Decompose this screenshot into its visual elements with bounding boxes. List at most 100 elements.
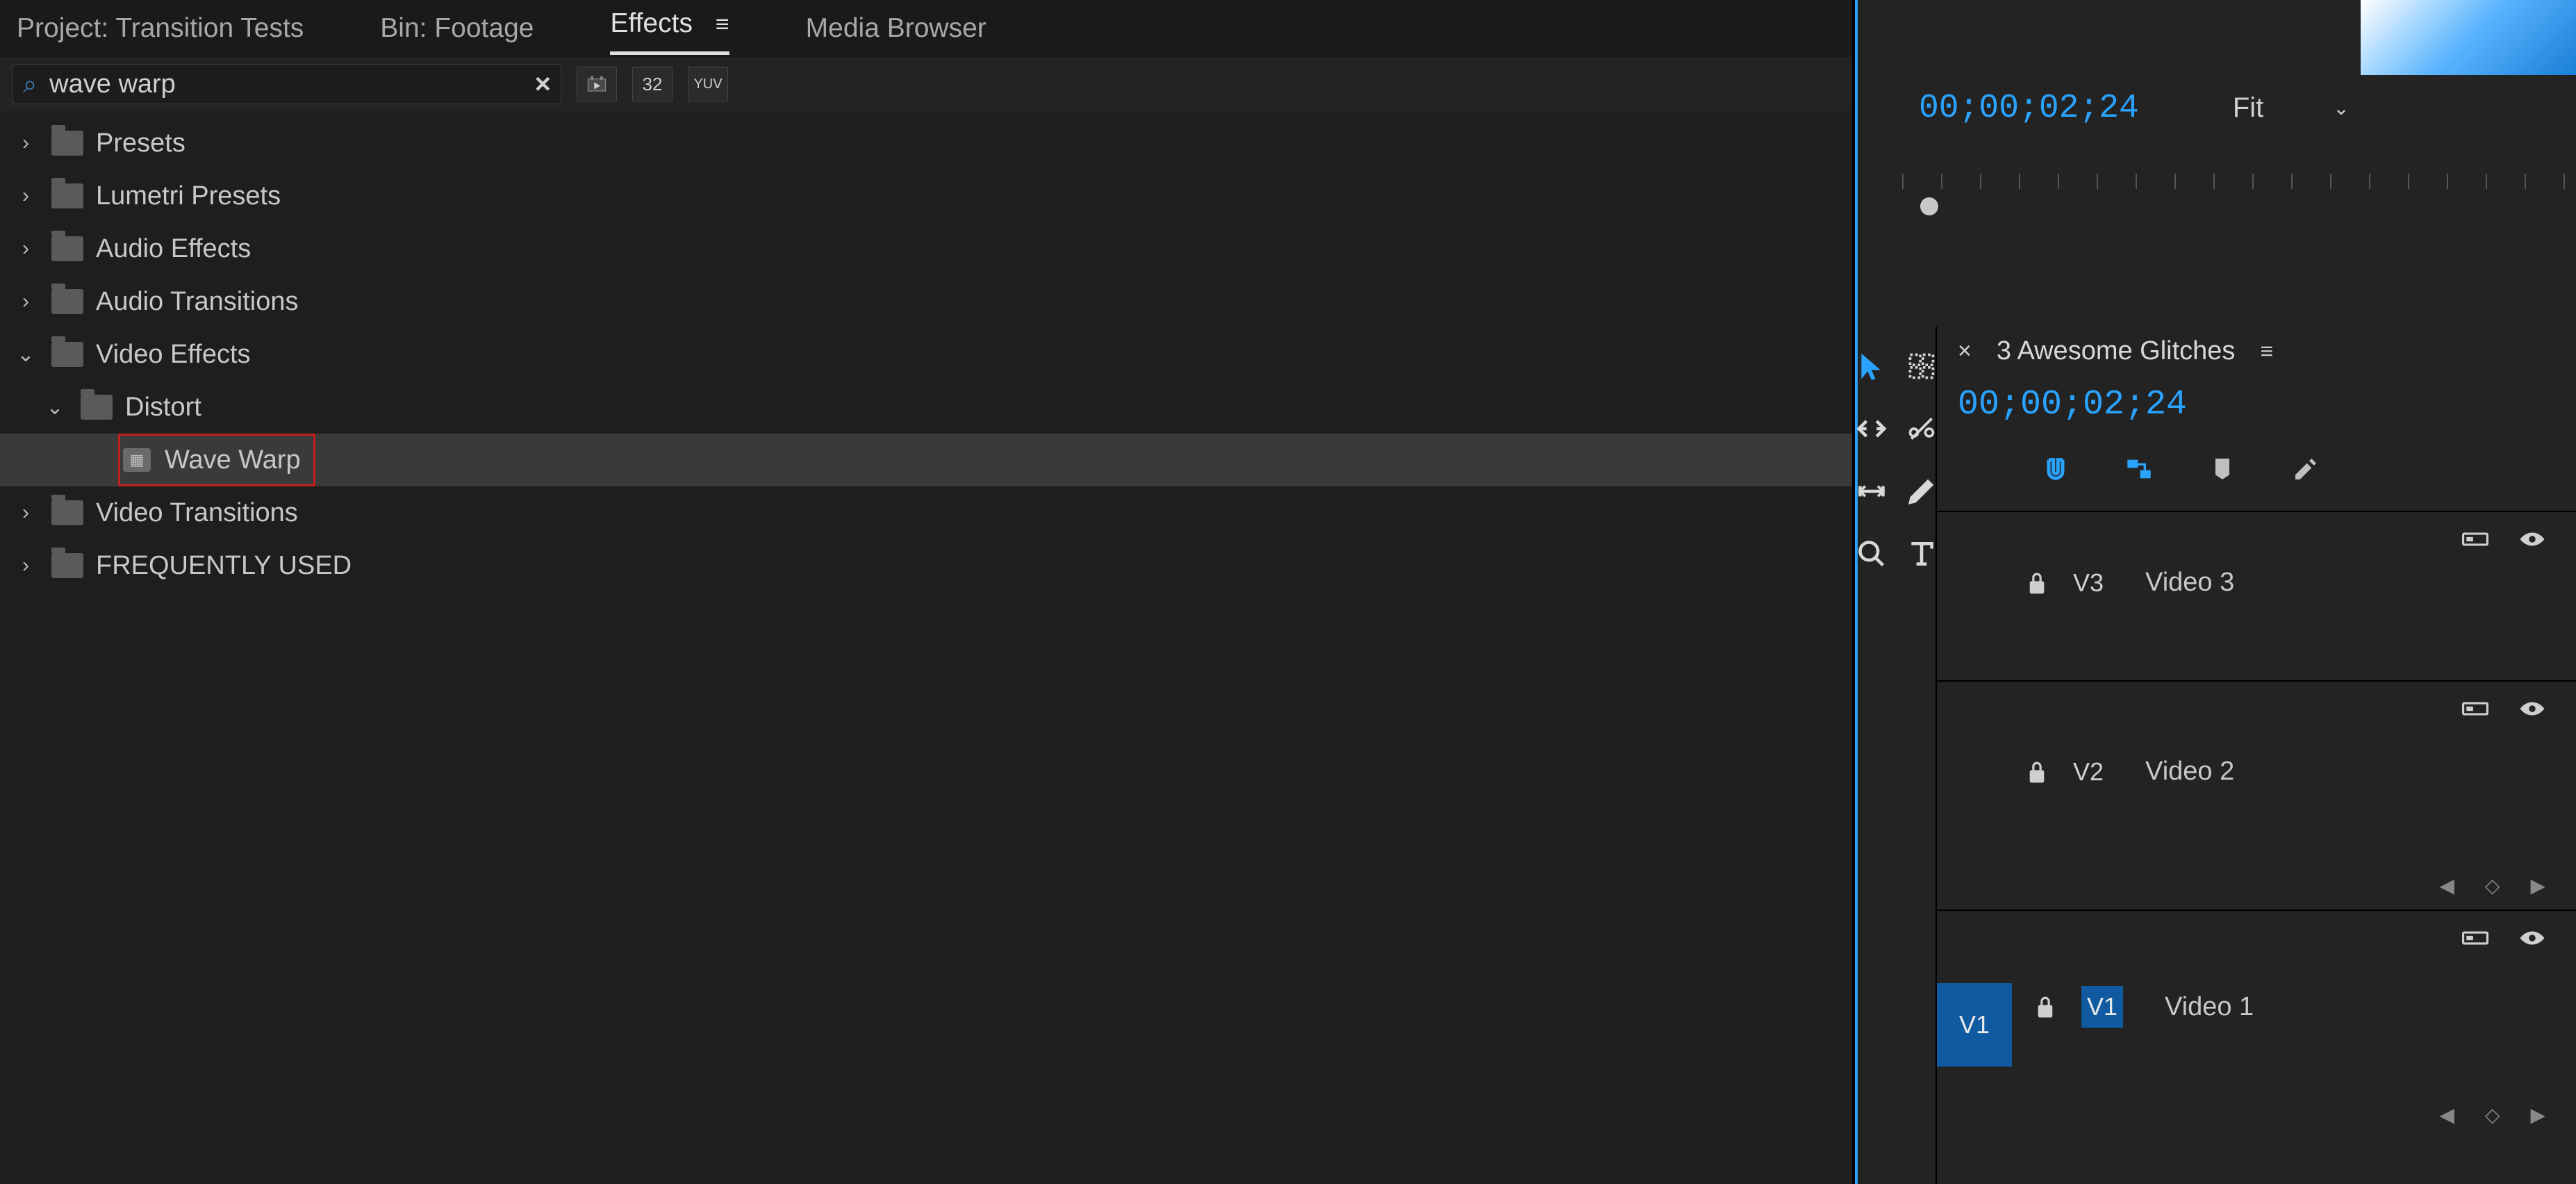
effect-icon: ▦ [123, 448, 151, 472]
search-box: ⌕ × [13, 64, 561, 104]
track-name-v3: Video 3 [2145, 568, 2234, 598]
effect-label: Wave Warp [165, 445, 301, 475]
add-marker-icon[interactable] [2208, 454, 2237, 484]
32bit-filter[interactable]: 32 [632, 67, 672, 101]
sequence-name[interactable]: 3 Awesome Glitches [1997, 336, 2236, 366]
panel-menu-icon[interactable]: ≡ [716, 11, 729, 38]
yuv-label: YUV [693, 76, 722, 92]
zoom-tool[interactable] [1856, 538, 1888, 570]
tree-label: Presets [96, 129, 185, 158]
timeline-region: × 3 Awesome Glitches ≡ 00;00;02;24 [1858, 327, 2576, 1184]
snap-icon[interactable] [2041, 454, 2070, 484]
tree-frequently-used[interactable]: › FREQUENTLY USED [0, 539, 1852, 592]
folder-icon [51, 342, 83, 367]
track-output-toggle[interactable] [2462, 698, 2488, 719]
folder-icon [51, 500, 83, 525]
add-keyframe-icon[interactable]: ◇ [2485, 874, 2500, 897]
lock-icon[interactable] [2026, 759, 2048, 784]
razor-tool[interactable] [1906, 413, 1938, 445]
effects-search-input[interactable] [49, 69, 534, 99]
folder-icon [51, 183, 83, 208]
track-v1[interactable]: V1 V1 Video 1 ◀ ◇ [1937, 910, 2576, 1139]
track-visibility-toggle[interactable] [2519, 928, 2545, 948]
ruler-tick [2252, 174, 2254, 189]
ruler-tick [2136, 174, 2137, 189]
ruler-tick [2369, 174, 2370, 189]
tree-presets[interactable]: › Presets [0, 117, 1852, 170]
close-sequence-icon[interactable]: × [1958, 338, 1972, 365]
timeline-settings-icon[interactable] [2291, 454, 2320, 484]
ruler-tick [1941, 174, 1942, 189]
chevron-right-icon: › [13, 290, 39, 313]
tree-audio-effects[interactable]: › Audio Effects [0, 222, 1852, 275]
tree-video-transitions[interactable]: › Video Transitions [0, 486, 1852, 539]
selection-tool[interactable] [1856, 350, 1888, 382]
type-tool[interactable] [1906, 538, 1938, 570]
track-v3[interactable]: V3 Video 3 [1937, 511, 2576, 680]
add-keyframe-icon[interactable]: ◇ [2485, 1103, 2500, 1126]
app-root: Project: Transition Tests Bin: Footage E… [0, 0, 2576, 1184]
tree-lumetri-presets[interactable]: › Lumetri Presets [0, 170, 1852, 222]
slip-tool[interactable] [1856, 475, 1888, 507]
zoom-value: Fit [2233, 92, 2263, 124]
32bit-label: 32 [643, 74, 663, 95]
tree-label: Video Transitions [96, 498, 298, 528]
prev-keyframe-icon[interactable]: ◀ [2439, 1103, 2454, 1126]
track-select-tool[interactable] [1906, 350, 1938, 382]
monitor-controls: 00;00;02;24 Fit ⌄ [1919, 88, 2360, 129]
timeline-panel: × 3 Awesome Glitches ≡ 00;00;02;24 [1937, 327, 2576, 1184]
pen-tool[interactable] [1906, 475, 1938, 507]
tree-label: Audio Transitions [96, 287, 299, 317]
lock-icon[interactable] [2034, 994, 2056, 1019]
ruler-tick [2563, 174, 2565, 189]
search-icon: ⌕ [23, 69, 37, 99]
ripple-edit-tool[interactable] [1856, 413, 1888, 445]
source-patch-v1[interactable]: V1 [1937, 983, 2012, 1067]
clear-search-icon[interactable]: × [535, 69, 551, 100]
track-target-v2[interactable]: V2 [2073, 757, 2104, 787]
tab-effects[interactable]: Effects ≡ [610, 3, 729, 55]
ruler-tick [2058, 174, 2059, 189]
track-name-v2: Video 2 [2145, 757, 2234, 787]
next-keyframe-icon[interactable]: ▶ [2530, 1103, 2545, 1126]
tree-distort[interactable]: ⌄ Distort [0, 381, 1852, 434]
monitor-time-ruler[interactable] [1902, 174, 2576, 208]
ruler-tick [2525, 174, 2526, 189]
track-visibility-toggle[interactable] [2519, 529, 2545, 550]
program-monitor: 00;00;02;24 Fit ⌄ [1858, 0, 2576, 327]
track-name-v1: Video 1 [2165, 992, 2254, 1022]
panel-menu-icon[interactable]: ≡ [2260, 338, 2273, 364]
chevron-right-icon: › [13, 131, 39, 155]
tab-media-browser[interactable]: Media Browser [806, 8, 986, 49]
timeline-timecode[interactable]: 00;00;02;24 [1937, 385, 2576, 425]
chevron-down-icon: ⌄ [13, 343, 39, 367]
yuv-filter[interactable]: YUV [688, 67, 728, 101]
effect-wave-warp[interactable]: ▦ Wave Warp [0, 434, 1852, 486]
track-output-toggle[interactable] [2462, 529, 2488, 550]
tree-audio-transitions[interactable]: › Audio Transitions [0, 275, 1852, 328]
track-target-v3[interactable]: V3 [2073, 568, 2104, 598]
tree-label: FREQUENTLY USED [96, 551, 352, 581]
linked-selection-icon[interactable] [2124, 454, 2154, 484]
tab-project[interactable]: Project: Transition Tests [17, 8, 304, 49]
folder-icon [51, 236, 83, 261]
chevron-down-icon: ⌄ [2333, 97, 2349, 120]
playhead-handle[interactable] [1920, 197, 1938, 215]
insert-overwrite-icon[interactable] [1958, 454, 1987, 484]
next-keyframe-icon[interactable]: ▶ [2530, 874, 2545, 897]
tree-video-effects[interactable]: ⌄ Video Effects [0, 328, 1852, 381]
lock-icon[interactable] [2026, 570, 2048, 595]
prev-keyframe-icon[interactable]: ◀ [2439, 874, 2454, 897]
program-preview-fragment [2361, 0, 2576, 75]
accelerated-effects-filter[interactable] [577, 67, 617, 101]
track-output-toggle[interactable] [2462, 928, 2488, 948]
tab-bin[interactable]: Bin: Footage [380, 8, 534, 49]
zoom-dropdown[interactable]: Fit ⌄ [2222, 88, 2360, 129]
effects-panel: Project: Transition Tests Bin: Footage E… [0, 0, 1855, 1184]
timeline-options-row [1937, 448, 2576, 490]
panel-tab-bar: Project: Transition Tests Bin: Footage E… [0, 0, 1852, 57]
track-v2[interactable]: V2 Video 2 ◀ ◇ ▶ [1937, 680, 2576, 910]
monitor-timecode[interactable]: 00;00;02;24 [1919, 90, 2139, 127]
track-visibility-toggle[interactable] [2519, 698, 2545, 719]
track-target-v1[interactable]: V1 [2081, 986, 2123, 1028]
